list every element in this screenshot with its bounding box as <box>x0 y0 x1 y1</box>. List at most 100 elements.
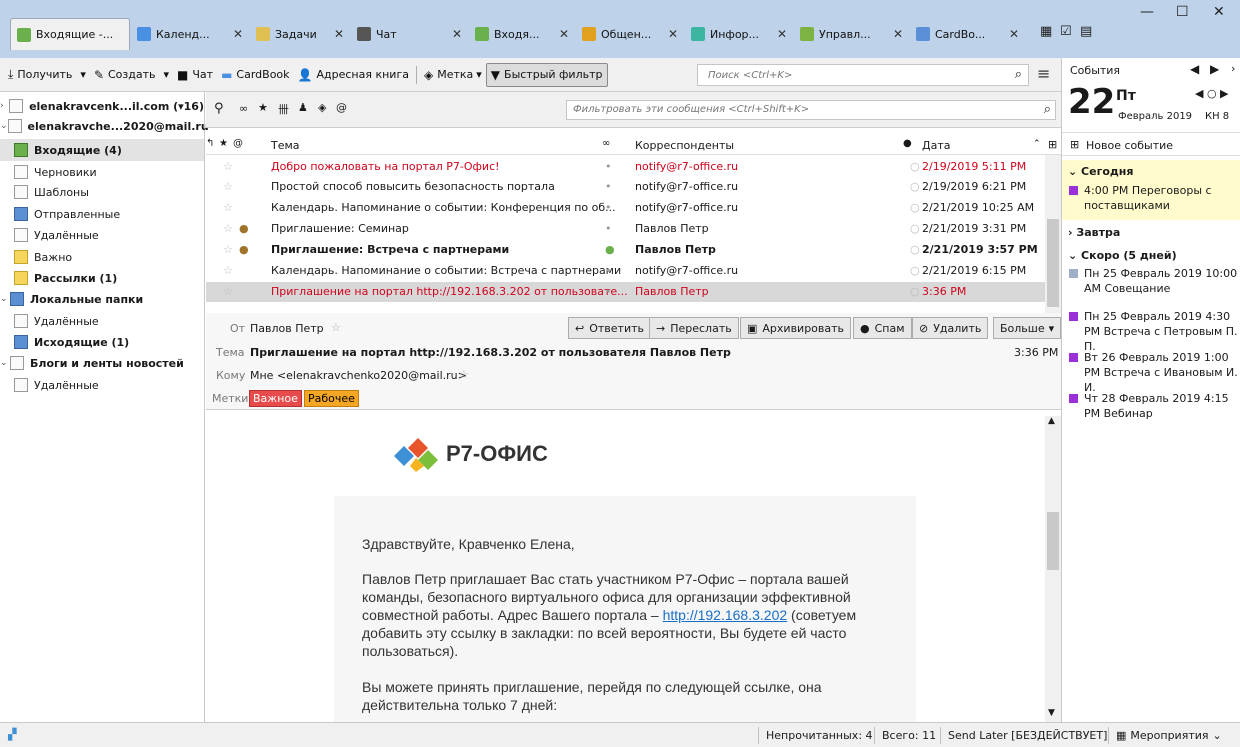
tab-cardbook[interactable]: CardBo... ✕ <box>910 18 1025 50</box>
tag-filter-icon[interactable]: ◈ <box>318 101 326 114</box>
folder-account-2[interactable]: ⌄ elenakravche...2020@mail.ru <box>0 116 209 136</box>
scroll-down-icon[interactable]: ▼ <box>1048 708 1055 718</box>
contact-filter-icon[interactable]: 卌 <box>278 101 289 117</box>
to-value[interactable]: Мне <elenakravchenko2020@mail.ru> <box>250 369 467 382</box>
junk-column-icon[interactable]: ● <box>903 138 912 149</box>
column-subject[interactable]: Тема <box>271 139 300 152</box>
folder-local-trash[interactable]: Удалённые <box>0 311 204 331</box>
get-mail-button[interactable]: ⤓ Получить <box>4 63 76 87</box>
reply-button[interactable]: ↩ Ответить <box>568 317 651 339</box>
close-icon[interactable]: ✕ <box>771 27 787 41</box>
star-icon[interactable]: ☆ <box>223 160 233 173</box>
folder-account-1[interactable]: › elenakravcenk...il.com (▾16) <box>0 96 204 116</box>
message-row-selected[interactable]: ☆ Приглашение на портал http://192.168.3… <box>206 282 1045 302</box>
calendar-icon[interactable]: ▦ <box>1040 24 1052 39</box>
folder-drafts[interactable]: Черновики <box>0 162 204 182</box>
close-icon[interactable]: ✕ <box>887 27 903 41</box>
read-status-icon[interactable]: • <box>605 201 612 214</box>
star-column-icon[interactable]: ★ <box>219 138 228 149</box>
event-item[interactable]: Пн 25 Февраль 2019 4:30 PM Встреча с Пет… <box>1084 309 1240 354</box>
event-item[interactable]: Пн 25 Февраль 2019 10:00 AM Совещание <box>1084 266 1240 296</box>
forward-button[interactable]: → Переслать <box>649 317 739 339</box>
folder-trash[interactable]: Удалённые <box>0 225 204 245</box>
group-soon[interactable]: ⌄ Скоро (5 дней) <box>1068 249 1177 262</box>
star-icon[interactable]: ☆ <box>331 321 341 334</box>
folder-blogs-trash[interactable]: Удалённые <box>0 375 204 395</box>
message-body-scrollbar[interactable]: ▲ ▼ <box>1045 416 1061 722</box>
archive-button[interactable]: ▣ Архивировать <box>740 317 852 339</box>
tab-community[interactable]: Общен... ✕ <box>576 18 684 50</box>
prev-icon[interactable]: ◀ <box>1190 62 1199 76</box>
layout-icon[interactable]: ▤ <box>1080 24 1092 39</box>
from-value[interactable]: Павлов Петр <box>250 322 324 335</box>
tab-info[interactable]: Инфор... ✕ <box>685 18 793 50</box>
group-today[interactable]: ⌄ Сегодня <box>1068 165 1133 178</box>
chat-button[interactable]: ■ Чат <box>173 63 217 87</box>
maximize-button[interactable]: ☐ <box>1176 4 1189 20</box>
star-icon[interactable]: ☆ <box>223 243 233 256</box>
tab-chat[interactable]: Чат ✕ <box>351 18 468 50</box>
more-button[interactable]: Больше ▾ <box>993 317 1062 339</box>
group-tomorrow[interactable]: › Завтра <box>1068 226 1120 239</box>
tab-addons[interactable]: Управл... ✕ <box>794 18 909 50</box>
attachment-column-icon[interactable]: @ <box>233 138 243 149</box>
get-mail-dropdown[interactable]: ▾ <box>76 63 90 87</box>
portal-link[interactable]: http://192.168.3.202 <box>663 607 788 623</box>
search-input[interactable]: Поиск <Ctrl+K> ⌕ <box>697 64 1029 86</box>
scroll-up-icon[interactable]: ▲ <box>1048 416 1055 426</box>
close-icon[interactable]: ✕ <box>446 27 462 41</box>
new-event-button[interactable]: ⊞ Новое событие <box>1062 132 1240 156</box>
tab-inbox[interactable]: Входящие -... <box>10 18 130 50</box>
menu-icon[interactable]: ≡ <box>1037 64 1050 83</box>
unread-filter-icon[interactable]: ∞ <box>239 102 248 115</box>
folder-outbox[interactable]: Исходящие (1) <box>0 332 204 352</box>
close-icon[interactable]: ✕ <box>1003 27 1019 41</box>
message-filter-input[interactable]: Фильтровать эти сообщения <Ctrl+Shift+K>… <box>566 100 1056 120</box>
tag-button[interactable]: ◈ Метка ▾ <box>420 63 486 87</box>
close-icon[interactable]: ✕ <box>662 27 678 41</box>
folder-templates[interactable]: Шаблоны <box>0 182 204 202</box>
tab-calendar[interactable]: Календ... ✕ <box>131 18 249 50</box>
starred-filter-icon[interactable]: ★ <box>258 101 268 114</box>
attachment-filter-icon[interactable]: @ <box>336 101 347 114</box>
address-book-button[interactable]: 👤 Адресная книга <box>294 63 413 87</box>
delete-button[interactable]: ⊘ Удалить <box>912 317 989 339</box>
tasks-icon[interactable]: ☑ <box>1060 24 1072 39</box>
folder-blogs[interactable]: ⌄ Блоги и ленты новостей <box>0 353 204 373</box>
read-status-icon[interactable]: • <box>605 222 612 235</box>
send-later-status[interactable]: Send Later [БЕЗДЕЙСТВУЕТ] <box>948 729 1107 742</box>
star-icon[interactable]: ☆ <box>223 222 233 235</box>
scrollbar-thumb[interactable] <box>1047 219 1059 307</box>
close-icon[interactable]: ✕ <box>553 27 569 41</box>
message-row[interactable]: ☆ Добро пожаловать на портал Р7-Офис! • … <box>206 157 1045 176</box>
message-row[interactable]: ☆ ● Приглашение: Встреча с партнерами ● … <box>206 240 1045 259</box>
message-row[interactable]: ☆ ● Приглашение: Семинар • Павлов Петр ○… <box>206 219 1045 238</box>
day-nav-icons[interactable]: ◀ ○ ▶ <box>1195 87 1229 100</box>
read-column-icon[interactable]: ∞ <box>602 138 610 149</box>
column-picker-icon[interactable]: ⊞ <box>1048 138 1057 151</box>
message-row[interactable]: ☆ Календарь. Напоминание о событии: Встр… <box>206 261 1045 280</box>
chevron-right-icon[interactable]: › <box>1231 62 1235 75</box>
event-item[interactable]: Чт 28 Февраль 2019 4:15 PM Вебинар <box>1084 391 1240 421</box>
close-icon[interactable]: ✕ <box>328 27 344 41</box>
tab-inbox-2[interactable]: Входя... ✕ <box>469 18 575 50</box>
message-list-scrollbar[interactable] <box>1045 155 1061 313</box>
events-toggle-button[interactable]: ▦ Мероприятия ⌄ <box>1116 726 1222 745</box>
tag-important[interactable]: Важное <box>249 390 302 407</box>
read-status-icon[interactable]: • <box>605 264 612 277</box>
event-item[interactable]: 4:00 PM Переговоры с поставщиками <box>1084 183 1236 213</box>
next-icon[interactable]: ▶ <box>1210 62 1219 76</box>
write-dropdown[interactable]: ▾ <box>160 63 174 87</box>
cardbook-button[interactable]: ▬ CardBook <box>217 63 293 87</box>
unread-dot-icon[interactable]: ● <box>605 243 615 256</box>
event-item[interactable]: Вт 26 Февраль 2019 1:00 PM Встреча с Ива… <box>1084 350 1240 395</box>
read-status-icon[interactable]: • <box>605 160 612 173</box>
tab-tasks[interactable]: Задачи ✕ <box>250 18 350 50</box>
folder-sent[interactable]: Отправленные <box>0 204 204 224</box>
column-date[interactable]: Дата <box>922 139 950 152</box>
people-filter-icon[interactable]: ♟ <box>298 101 308 114</box>
star-icon[interactable]: ☆ <box>223 285 233 298</box>
star-icon[interactable]: ☆ <box>223 201 233 214</box>
star-icon[interactable]: ☆ <box>459 368 469 381</box>
folder-mailing[interactable]: Рассылки (1) <box>0 268 204 288</box>
